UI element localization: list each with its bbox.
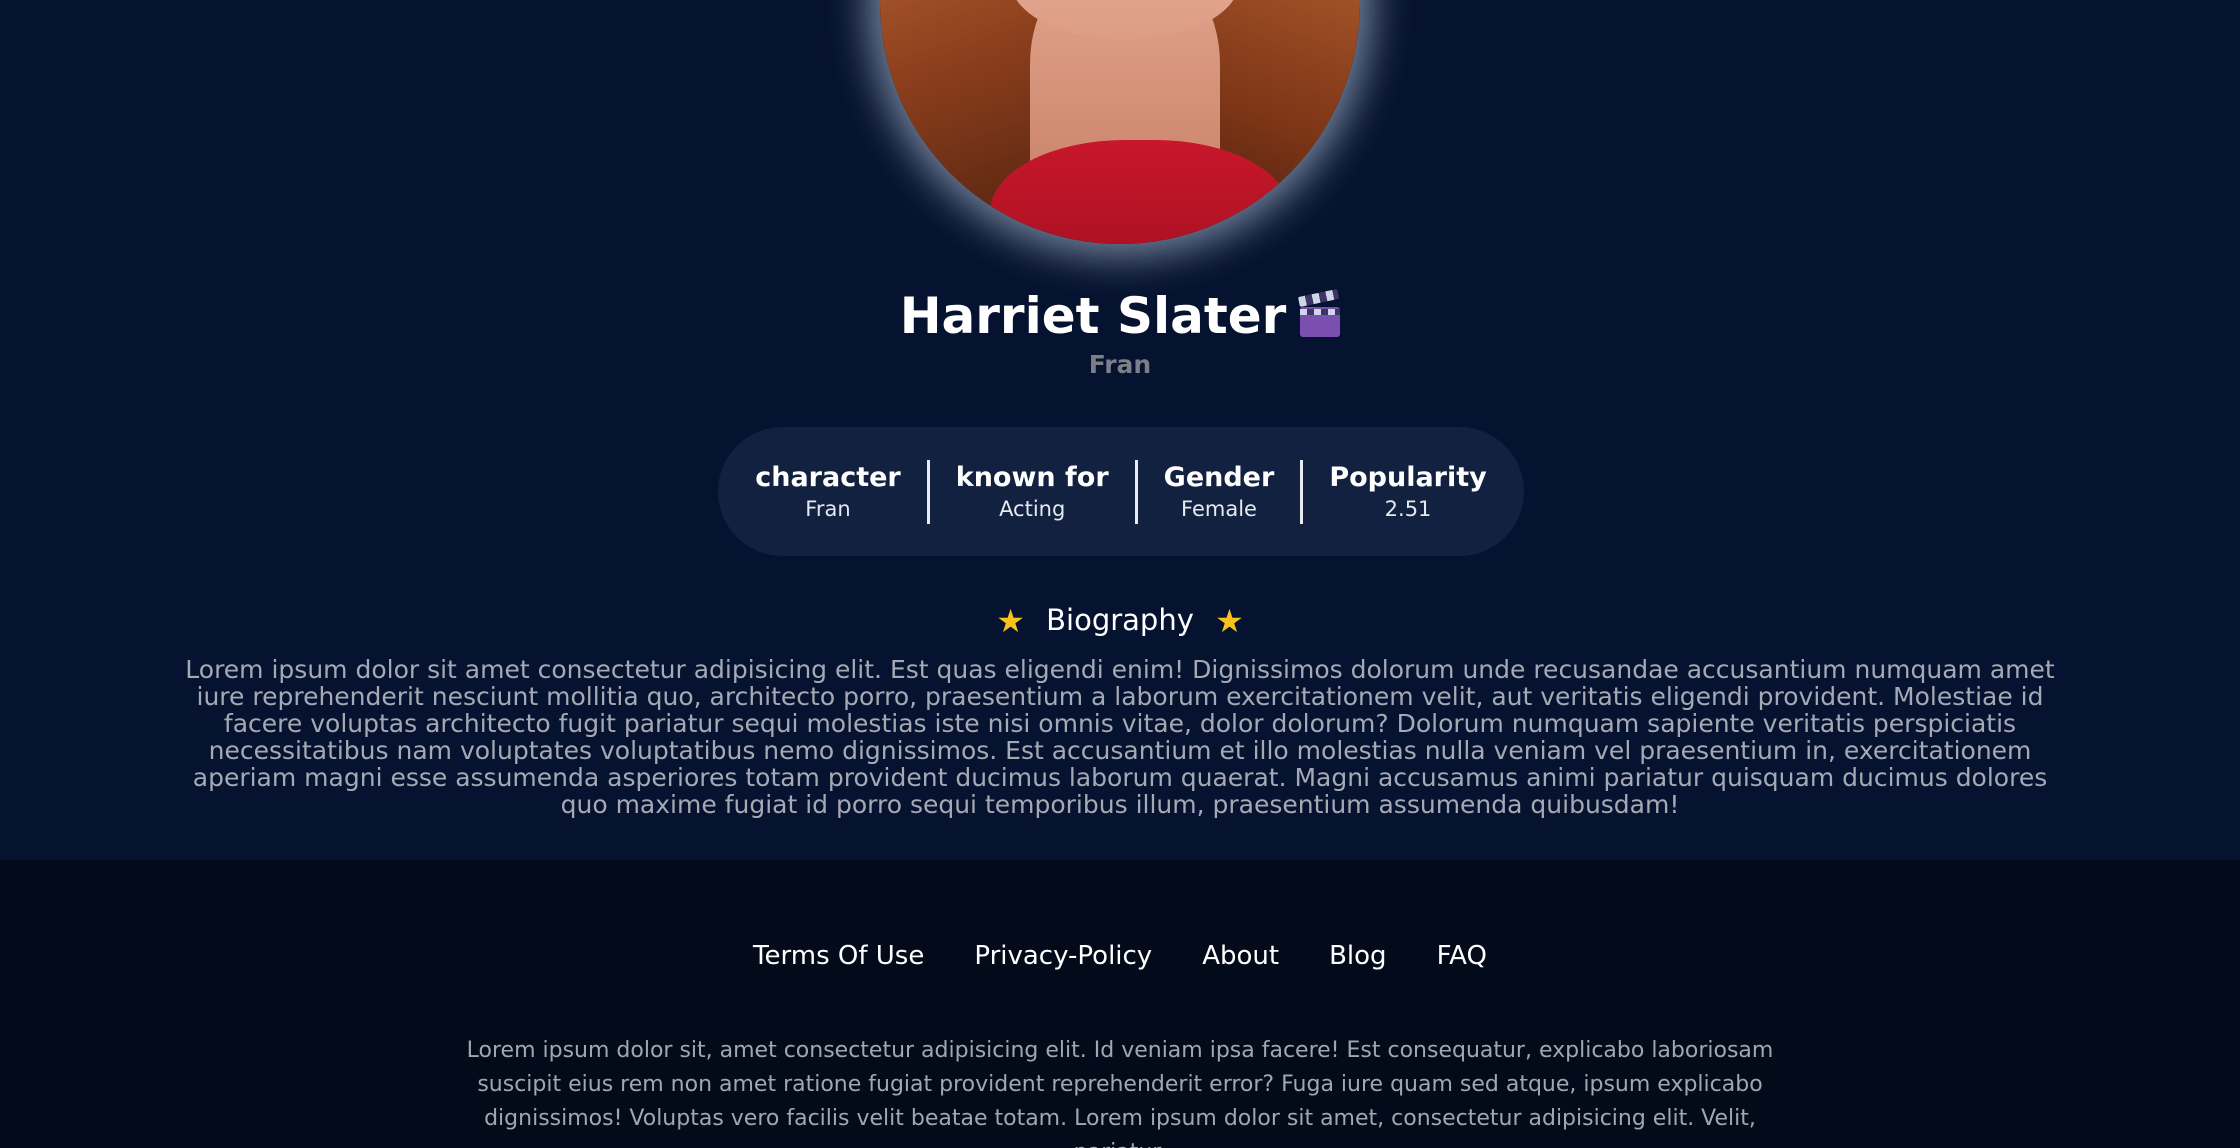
profile-name-heading: Harriet Slater (0, 280, 2240, 352)
stat-value: Female (1181, 496, 1257, 521)
stat-label: Popularity (1329, 461, 1487, 493)
stat-value: 2.51 (1384, 496, 1432, 521)
footer-link-terms[interactable]: Terms Of Use (753, 938, 924, 974)
star-icon: ★ (996, 602, 1025, 640)
footer-link-about[interactable]: About (1202, 938, 1279, 974)
stats-bar: character Fran known for Acting Gender F… (718, 427, 1524, 556)
biography-heading: ★ Biography ★ (0, 600, 2240, 641)
footer-link-blog[interactable]: Blog (1329, 938, 1386, 974)
star-icon: ★ (1215, 602, 1244, 640)
profile-section: Harriet Slater Fran character Fran known… (0, 0, 2240, 860)
footer-text: Lorem ipsum dolor sit, amet consectetur … (466, 1038, 1774, 1148)
stat-label: Gender (1163, 461, 1275, 493)
profile-avatar (880, 0, 1360, 244)
footer-link-privacy[interactable]: Privacy-Policy (974, 938, 1152, 974)
stat-popularity: Popularity 2.51 (1303, 461, 1512, 523)
footer: Terms Of Use Privacy-Policy About Blog F… (0, 860, 2240, 1148)
stat-label: character (755, 461, 901, 493)
stat-character: character Fran (729, 461, 927, 523)
footer-link-faq[interactable]: FAQ (1437, 938, 1487, 974)
profile-name: Harriet Slater (899, 287, 1287, 345)
page: Harriet Slater Fran character Fran known… (0, 0, 2240, 1148)
stat-value: Fran (805, 496, 851, 521)
stat-label: known for (955, 461, 1109, 493)
stat-gender: Gender Female (1138, 461, 1301, 523)
clapper-board-icon (1298, 288, 1341, 337)
footer-nav: Terms Of Use Privacy-Policy About Blog F… (0, 938, 2240, 974)
biography-text: Lorem ipsum dolor sit amet consectetur a… (185, 655, 2055, 819)
character-name: Fran (1088, 350, 1152, 379)
stat-known-for: known for Acting (930, 461, 1135, 523)
biography-title: Biography (1046, 603, 1194, 637)
stat-value: Acting (999, 496, 1066, 521)
